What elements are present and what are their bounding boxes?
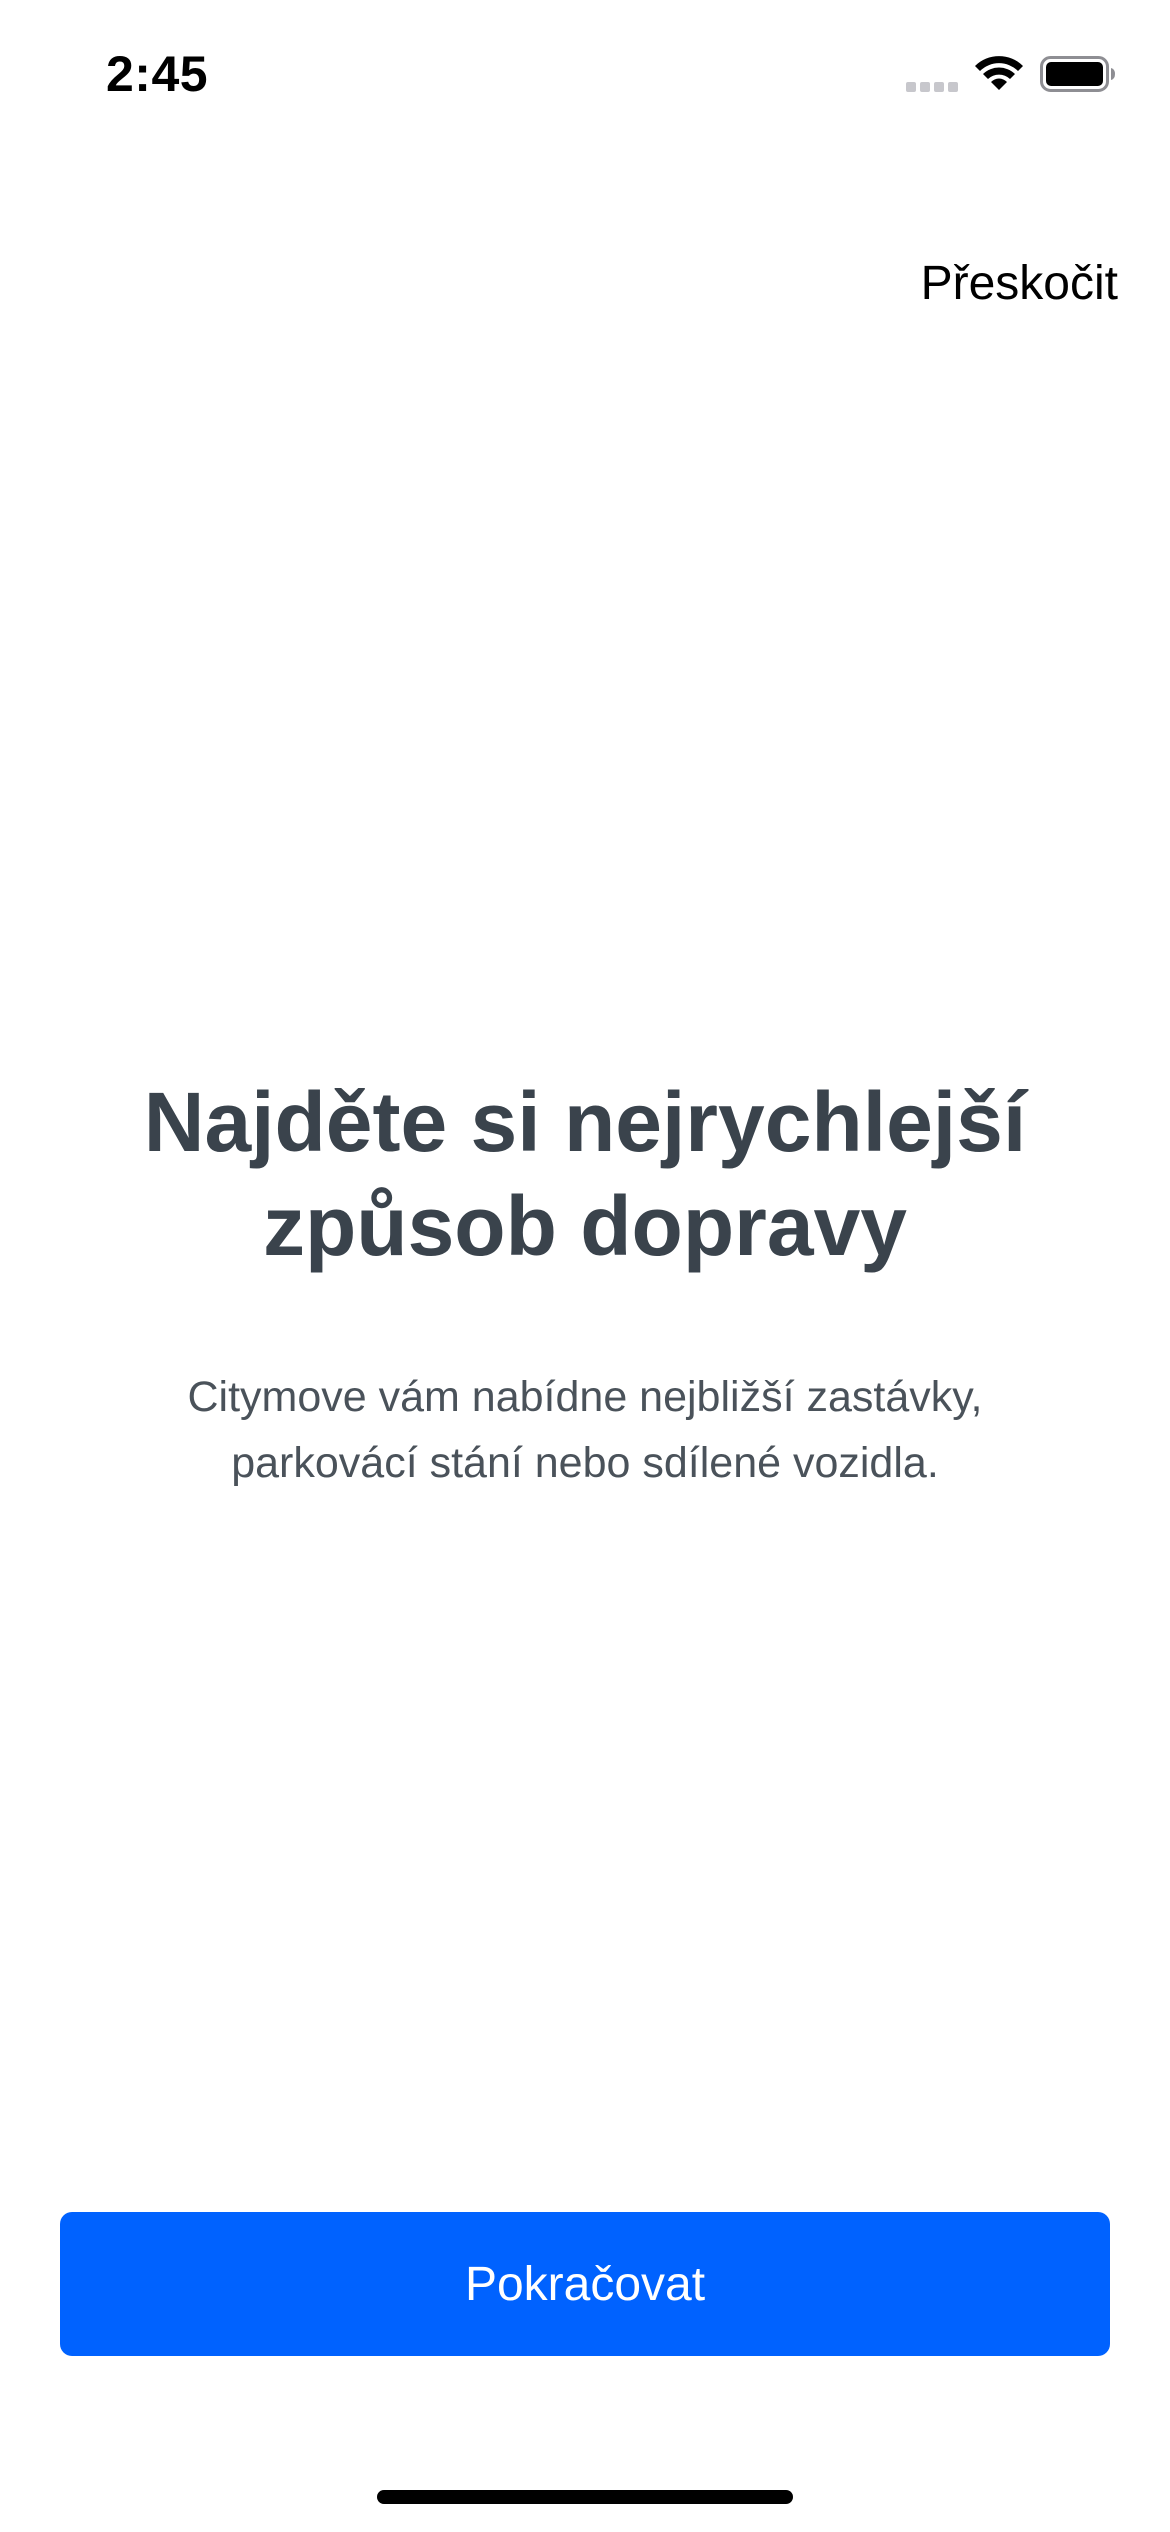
continue-button[interactable]: Pokračovat — [60, 2212, 1110, 2356]
onboarding-title: Najděte si nejrychlejší způsob dopravy — [105, 1070, 1065, 1278]
home-indicator[interactable] — [377, 2490, 793, 2504]
onboarding-description-line-1: Citymove vám nabídne nejbližší zastávky, — [187, 1373, 983, 1421]
onboarding-title-line-1: Najděte si nejrychlejší — [143, 1075, 1027, 1169]
skip-button[interactable]: Přeskočit — [921, 254, 1118, 314]
onboarding-title-line-2: způsob dopravy — [262, 1179, 908, 1273]
cellular-signal-icon — [906, 82, 958, 92]
onboarding-content: Najděte si nejrychlejší způsob dopravy C… — [0, 1070, 1170, 1496]
onboarding-description-line-2: parkovácí stání nebo sdílené vozidla. — [231, 1439, 939, 1487]
onboarding-description: Citymove vám nabídne nejbližší zastávky,… — [135, 1364, 1035, 1496]
battery-icon — [1040, 56, 1115, 92]
wifi-icon — [975, 56, 1023, 90]
status-time: 2:45 — [106, 46, 209, 102]
status-bar: 2:45 — [0, 0, 1170, 150]
